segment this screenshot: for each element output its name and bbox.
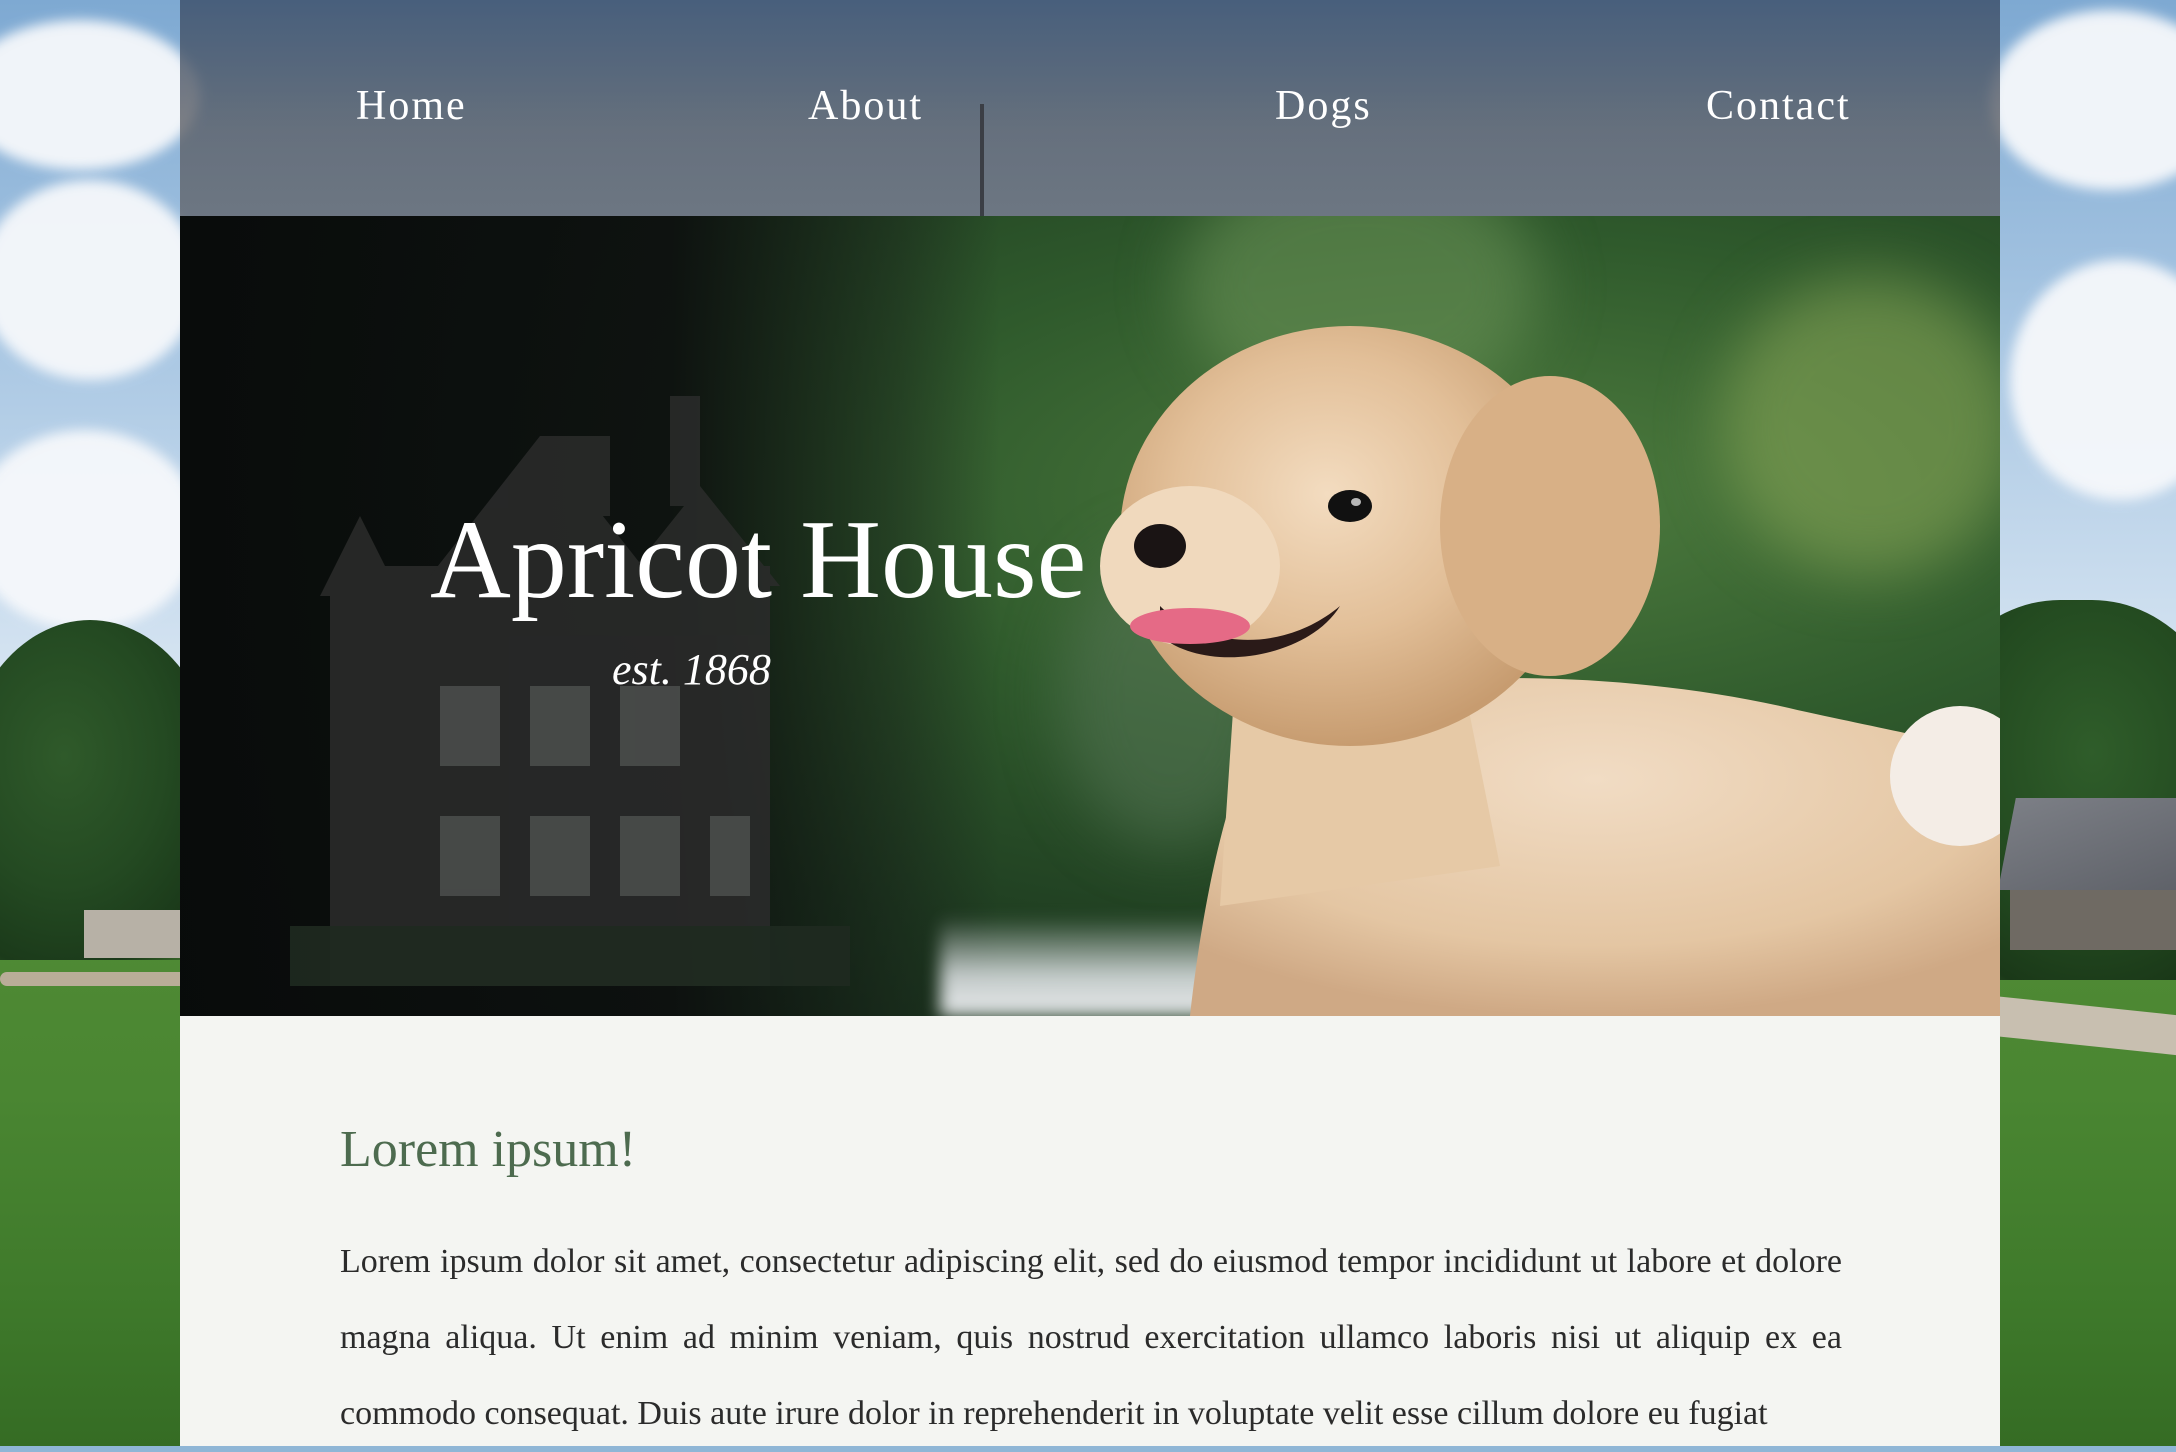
poodle-dog-photo [1100, 326, 2000, 1016]
established-tagline: est. 1868 [612, 645, 771, 694]
weather-vane-spire [980, 104, 984, 216]
hero-banner: Apricot House est. 1868 [180, 216, 2000, 1016]
main-content: Lorem ipsum! Lorem ipsum dolor sit amet,… [180, 1016, 2000, 1446]
hut [84, 910, 182, 958]
nav-link-dogs[interactable]: Dogs [1275, 82, 1372, 130]
chapel-roof [1998, 798, 2176, 890]
nav-link-contact[interactable]: Contact [1706, 82, 1851, 130]
intro-paragraph: Lorem ipsum dolor sit amet, consectetur … [340, 1243, 1842, 1432]
top-navigation: Home About Dogs Contact [180, 0, 2000, 216]
nav-link-home[interactable]: Home [356, 82, 467, 130]
chapel-wall [2010, 890, 2176, 950]
page-container: Home About Dogs Contact Apricot House es… [180, 0, 2000, 1446]
site-title: Apricot House [430, 498, 1087, 622]
gravel-path [0, 972, 200, 986]
nav-link-about[interactable]: About [808, 82, 923, 130]
section-heading: Lorem ipsum! [340, 1121, 637, 1178]
